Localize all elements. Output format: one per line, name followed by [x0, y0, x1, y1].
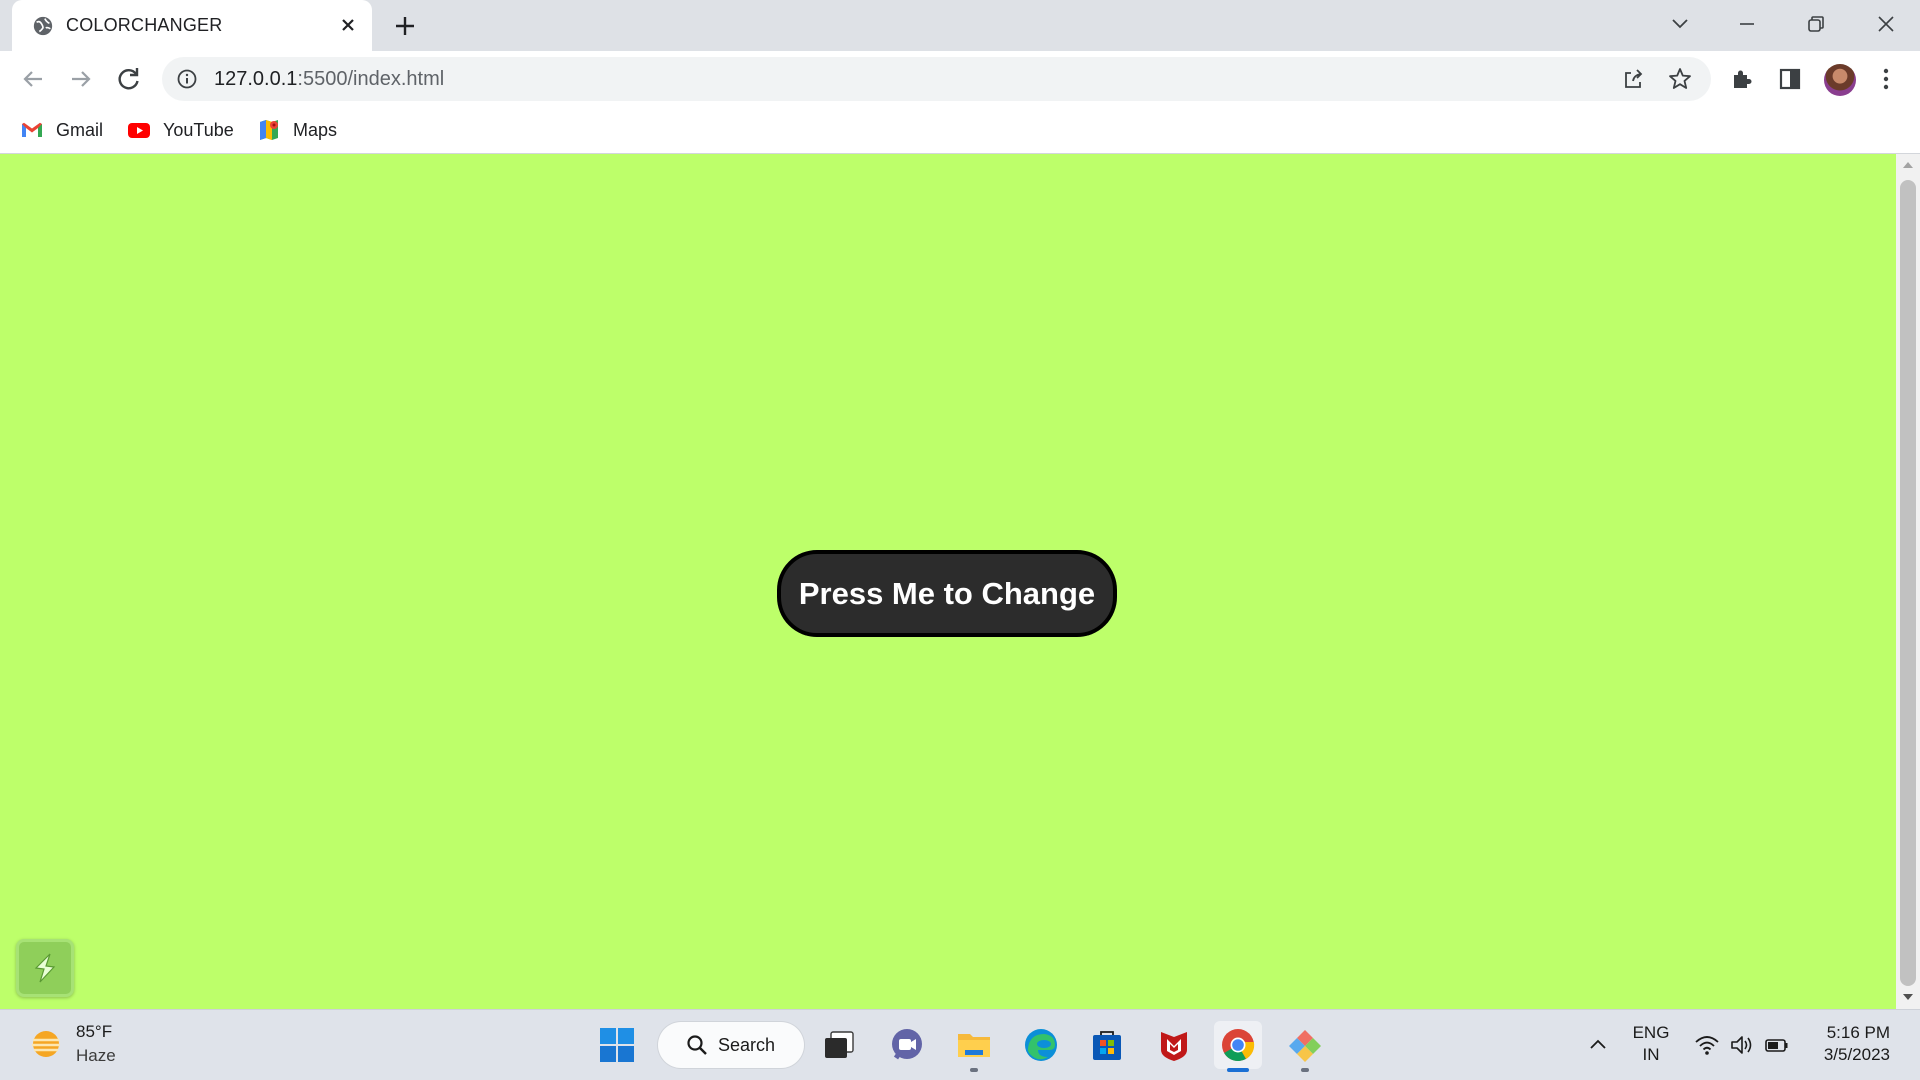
- store-icon: [1093, 1031, 1121, 1060]
- taskbar: 85°F Haze Search ENG IN 5:16 PM 3/5/2023: [0, 1009, 1920, 1080]
- new-tab-icon[interactable]: [391, 12, 419, 40]
- edge-app[interactable]: [1017, 1021, 1065, 1069]
- bookmark-label: YouTube: [163, 119, 234, 140]
- volume-icon[interactable]: [1729, 1032, 1755, 1058]
- running-indicator: [970, 1068, 978, 1072]
- scroll-down-icon[interactable]: [1902, 992, 1914, 1002]
- file-explorer-app[interactable]: [950, 1021, 998, 1072]
- show-hidden-icons[interactable]: [1586, 1032, 1610, 1056]
- mcafee-app[interactable]: [1150, 1021, 1198, 1069]
- tab-search-icon[interactable]: [1664, 8, 1696, 40]
- active-indicator: [1227, 1068, 1249, 1072]
- bookmark-star-icon[interactable]: [1667, 66, 1693, 92]
- maps-icon: [260, 120, 278, 140]
- task-view-icon: [825, 1031, 854, 1058]
- git-app[interactable]: [1281, 1021, 1329, 1072]
- restore-icon[interactable]: [1800, 8, 1832, 40]
- lightning-bolt-icon: [34, 953, 56, 983]
- weather-temperature: 85°F: [76, 1022, 113, 1041]
- wifi-icon[interactable]: [1694, 1032, 1720, 1058]
- battery-icon[interactable]: [1764, 1032, 1790, 1058]
- profile-avatar[interactable]: [1824, 64, 1856, 96]
- running-indicator: [1301, 1068, 1309, 1072]
- git-diamond-icon: [1289, 1030, 1321, 1062]
- extension-widget[interactable]: [16, 939, 74, 997]
- bookmark-gmail[interactable]: Gmail: [20, 115, 103, 145]
- chat-icon: [892, 1029, 922, 1060]
- bookmark-label: Gmail: [56, 119, 104, 140]
- url-text: 127.0.0.1:5500/index.html: [214, 68, 445, 90]
- input-language[interactable]: ENG IN: [1628, 1022, 1674, 1066]
- mcafee-shield-icon: [1161, 1032, 1187, 1061]
- share-icon[interactable]: [1620, 66, 1646, 92]
- minimize-icon[interactable]: [1731, 8, 1763, 40]
- microsoft-store-app[interactable]: [1083, 1021, 1131, 1069]
- chrome-app[interactable]: [1214, 1021, 1262, 1072]
- vertical-scrollbar[interactable]: [1896, 154, 1920, 1009]
- bookmark-youtube[interactable]: YouTube: [127, 115, 234, 145]
- tab-strip: COLORCHANGER: [0, 0, 1920, 51]
- back-icon[interactable]: [18, 64, 48, 94]
- close-window-icon[interactable]: [1870, 8, 1902, 40]
- folder-icon: [958, 1034, 990, 1057]
- start-button[interactable]: [593, 1021, 641, 1069]
- forward-icon[interactable]: [66, 64, 96, 94]
- search-label: Search: [718, 1034, 776, 1055]
- browser-tab[interactable]: COLORCHANGER: [12, 0, 372, 51]
- browser-toolbar: 127.0.0.1:5500/index.html: [0, 51, 1920, 107]
- haze-weather-icon[interactable]: [28, 1026, 64, 1062]
- address-bar[interactable]: 127.0.0.1:5500/index.html: [162, 57, 1711, 101]
- clock[interactable]: 5:16 PM 3/5/2023: [1808, 1022, 1890, 1066]
- reload-icon[interactable]: [114, 64, 144, 94]
- page-content: Press Me to Change: [0, 154, 1896, 1009]
- close-tab-icon[interactable]: [336, 13, 360, 37]
- scroll-up-icon[interactable]: [1902, 160, 1914, 170]
- search-icon: [687, 1035, 707, 1055]
- scroll-thumb[interactable]: [1900, 180, 1916, 986]
- bookmarks-bar: Gmail YouTube Maps: [0, 107, 1920, 154]
- taskbar-search[interactable]: Search: [658, 1022, 804, 1068]
- menu-kebab-icon[interactable]: [1871, 64, 1901, 94]
- task-view-button[interactable]: [815, 1021, 863, 1069]
- windows-logo-icon: [600, 1028, 634, 1062]
- bookmark-maps[interactable]: Maps: [257, 115, 337, 145]
- site-info-icon[interactable]: [176, 68, 198, 90]
- change-color-button[interactable]: Press Me to Change: [777, 550, 1117, 637]
- edge-browser-icon: [1025, 1029, 1057, 1061]
- teams-chat-app[interactable]: [883, 1021, 931, 1069]
- side-panel-icon[interactable]: [1775, 64, 1805, 94]
- chrome-icon: [1222, 1029, 1255, 1062]
- globe-icon: [33, 16, 53, 36]
- weather-condition: Haze: [76, 1046, 116, 1065]
- gmail-icon: [22, 122, 42, 137]
- tab-title: COLORCHANGER: [66, 15, 223, 35]
- extensions-icon[interactable]: [1727, 64, 1757, 94]
- youtube-icon: [128, 123, 150, 138]
- bookmark-label: Maps: [293, 119, 338, 140]
